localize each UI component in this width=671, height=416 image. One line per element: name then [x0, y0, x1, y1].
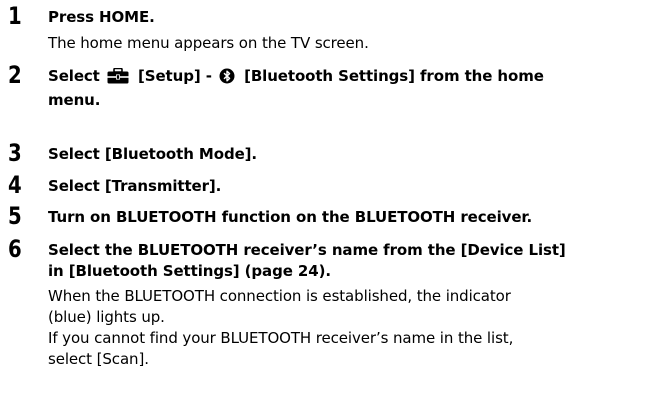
description-line: If you cannot find your BLUETOOTH receiv… [48, 329, 514, 347]
step-5: 5 Turn on BLUETOOTH function on the BLUE… [0, 203, 671, 231]
step-description: The home menu appears on the TV screen. [48, 33, 667, 54]
step-title: Select [Bluetooth Mode]. [48, 145, 258, 163]
step-title: Select [Setup] - [Bluetooth Settings] fr… [48, 66, 667, 111]
step-title-prefix: Select [48, 67, 100, 85]
step-title-setup: [Setup] - [138, 67, 212, 85]
step-title: Turn on BLUETOOTH function on the BLUETO… [48, 208, 533, 226]
step-title: Press HOME. [48, 8, 155, 26]
step-title-line: Select the BLUETOOTH receiver’s name fro… [48, 241, 566, 259]
step-number: 5 [8, 202, 22, 230]
step-4: 4 Select [Transmitter]. [0, 172, 671, 200]
step-number: 4 [8, 171, 22, 199]
step-title-line: menu. [48, 91, 101, 109]
step-2: 2 Select [Setup] - [Bluetooth Settings] … [0, 62, 671, 112]
step-1: 1 Press HOME. The home menu appears on t… [0, 3, 671, 59]
step-number: 2 [8, 61, 22, 89]
step-title: Select the BLUETOOTH receiver’s name fro… [48, 240, 667, 282]
step-title-line: in [Bluetooth Settings] (page 24). [48, 262, 331, 280]
description-line: When the BLUETOOTH connection is establi… [48, 287, 511, 305]
bluetooth-icon [219, 68, 235, 90]
description-line: (blue) lights up. [48, 308, 165, 326]
step-3: 3 Select [Bluetooth Mode]. [0, 140, 671, 168]
toolbox-icon [107, 67, 129, 90]
step-description: When the BLUETOOTH connection is establi… [48, 286, 667, 370]
description-line: The home menu appears on the TV screen. [48, 34, 369, 52]
step-number: 1 [8, 2, 22, 30]
step-number: 6 [8, 235, 22, 263]
step-title-bt: [Bluetooth Settings] from the home [244, 67, 544, 85]
description-line: select [Scan]. [48, 350, 149, 368]
step-6: 6 Select the BLUETOOTH receiver’s name f… [0, 236, 671, 414]
step-number: 3 [8, 139, 22, 167]
step-title: Select [Transmitter]. [48, 177, 222, 195]
